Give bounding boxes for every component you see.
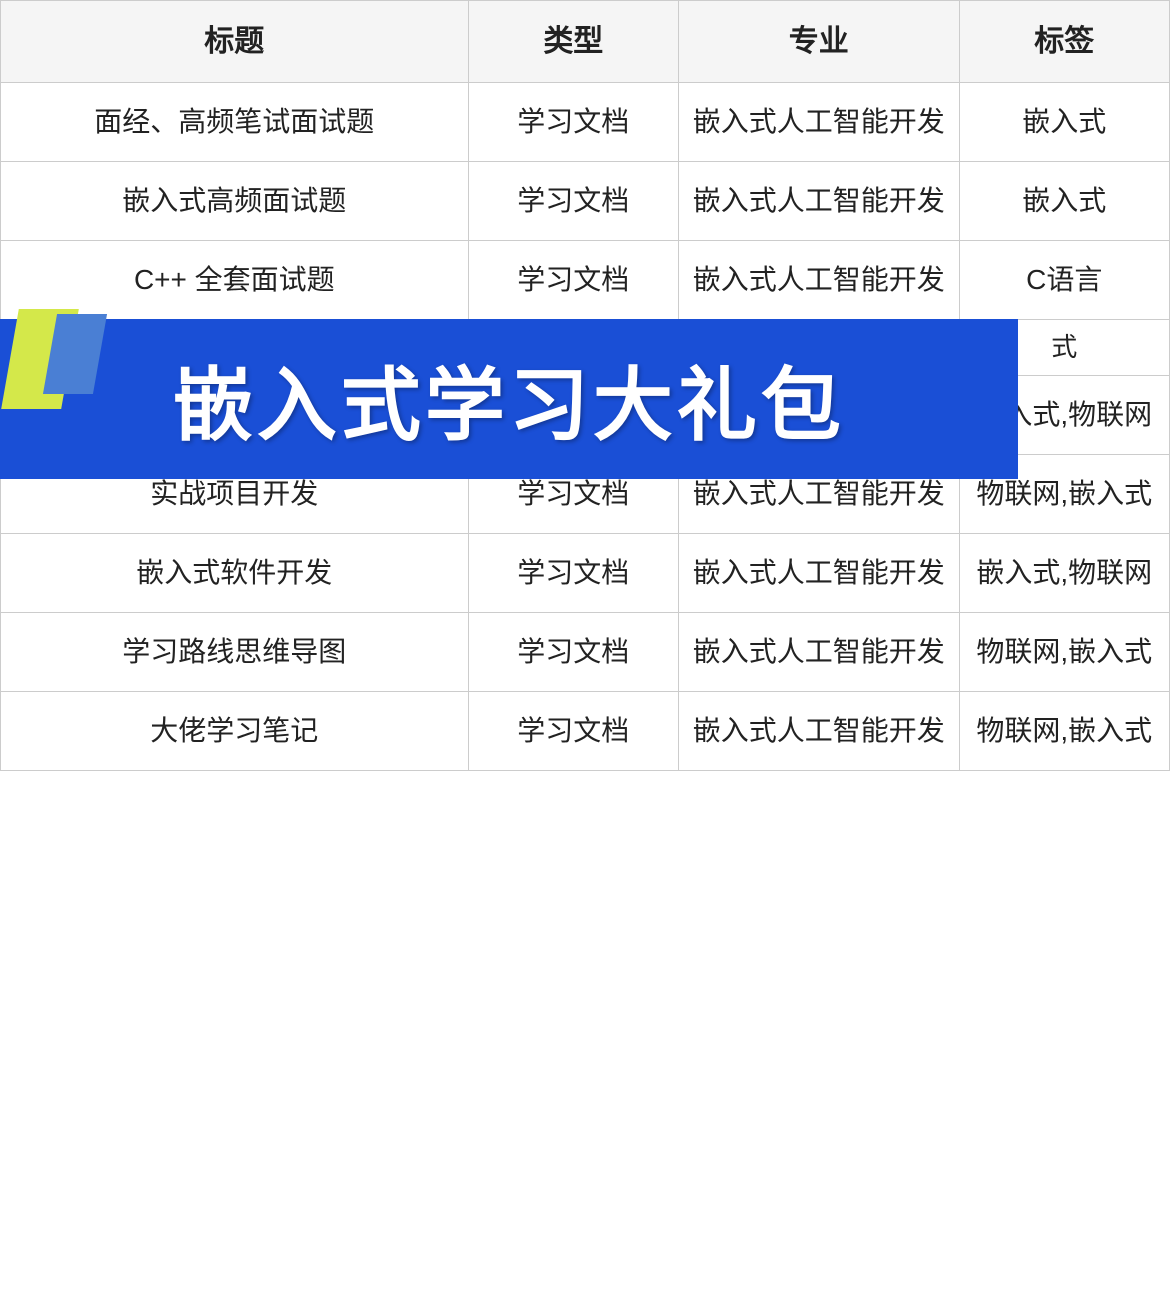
cell-2-3: C语言 — [959, 241, 1169, 320]
cell-0-2: 嵌入式人工智能开发 — [679, 83, 960, 162]
cell-8-3: 物联网,嵌入式 — [959, 692, 1169, 771]
banner-text: 嵌入式学习大礼包 — [133, 321, 885, 477]
cell-0-1: 学习文档 — [468, 83, 678, 162]
table-row: C++ 全套面试题学习文档嵌入式人工智能开发C语言 — [1, 241, 1170, 320]
cell-1-1: 学习文档 — [468, 162, 678, 241]
cell-2-2: 嵌入式人工智能开发 — [679, 241, 960, 320]
cell-1-2: 嵌入式人工智能开发 — [679, 162, 960, 241]
cell-7-2: 嵌入式人工智能开发 — [679, 613, 960, 692]
table-row: 嵌入式软件开发学习文档嵌入式人工智能开发嵌入式,物联网 — [1, 534, 1170, 613]
cell-7-3: 物联网,嵌入式 — [959, 613, 1169, 692]
cell-0-0: 面经、高频笔试面试题 — [1, 83, 469, 162]
cell-8-0: 大佬学习笔记 — [1, 692, 469, 771]
cell-1-0: 嵌入式高频面试题 — [1, 162, 469, 241]
header-type: 类型 — [468, 1, 678, 83]
header-major: 专业 — [679, 1, 960, 83]
cell-8-2: 嵌入式人工智能开发 — [679, 692, 960, 771]
header-tag: 标签 — [959, 1, 1169, 83]
table-row: 嵌入式高频面试题学习文档嵌入式人工智能开发嵌入式 — [1, 162, 1170, 241]
cell-8-1: 学习文档 — [468, 692, 678, 771]
cell-7-0: 学习路线思维导图 — [1, 613, 469, 692]
table-row: 面经、高频笔试面试题学习文档嵌入式人工智能开发嵌入式 — [1, 83, 1170, 162]
cell-6-2: 嵌入式人工智能开发 — [679, 534, 960, 613]
table-row: 大佬学习笔记学习文档嵌入式人工智能开发物联网,嵌入式 — [1, 692, 1170, 771]
table-row: 学习路线思维导图学习文档嵌入式人工智能开发物联网,嵌入式 — [1, 613, 1170, 692]
cell-1-3: 嵌入式 — [959, 162, 1169, 241]
cell-2-0: C++ 全套面试题 — [1, 241, 469, 320]
banner: 嵌入式学习大礼包 — [0, 319, 1018, 479]
header-title: 标题 — [1, 1, 469, 83]
table-header-row: 标题 类型 专业 标签 — [1, 1, 1170, 83]
cell-7-1: 学习文档 — [468, 613, 678, 692]
cell-6-3: 嵌入式,物联网 — [959, 534, 1169, 613]
cell-0-3: 嵌入式 — [959, 83, 1169, 162]
cell-6-0: 嵌入式软件开发 — [1, 534, 469, 613]
cell-2-1: 学习文档 — [468, 241, 678, 320]
cell-6-1: 学习文档 — [468, 534, 678, 613]
